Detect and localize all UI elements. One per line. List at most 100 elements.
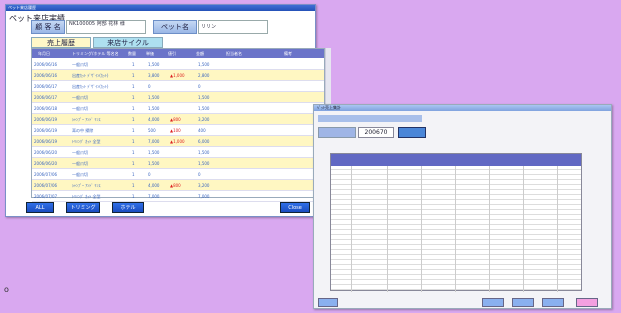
cell-date: 2006/06/20 xyxy=(34,161,58,166)
cell-qty: 1 xyxy=(132,172,135,177)
summary-grid-row xyxy=(331,251,581,255)
cell-date: 2006/06/20 xyxy=(34,150,58,155)
cell-item: 出産ｶｯﾄ ﾃﾞｻﾞｲﾝ(ｶｯﾄ) xyxy=(72,84,109,89)
summary-button-3[interactable] xyxy=(542,298,564,307)
tab-visit-cycle[interactable]: 来店サイクル xyxy=(93,37,163,48)
cell-date: 2006/06/16 xyxy=(34,73,58,78)
cell-disc: ▲1,000 xyxy=(170,73,185,78)
summary-grid-row xyxy=(331,216,581,220)
cell-amount: 1,500 xyxy=(198,95,210,100)
cell-amount: 6,000 xyxy=(198,139,210,144)
visit-history-table: 年月日 トリミング/ホテル 等名名 数量 単価 値引 金額 担当者名 備考 20… xyxy=(31,48,325,202)
cell-amount: 0 xyxy=(198,172,201,177)
table-row[interactable]: 2006/06/19 耳の中 掃除 1 500 ▲100 400 xyxy=(32,125,324,136)
table-row[interactable]: 2006/06/17 出産ｶｯﾄ ﾃﾞｻﾞｲﾝ(ｶｯﾄ) 1 0 0 xyxy=(32,81,324,92)
cell-item: 一般爪切 xyxy=(72,95,88,100)
sales-summary-window: ﾍﾟｯﾄ売上集計 200670 xyxy=(313,104,612,309)
cell-qty: 1 xyxy=(132,194,135,199)
summary-button-2[interactable] xyxy=(512,298,534,307)
table-row[interactable]: 2006/06/18 一般爪切 1 1,500 1,500 xyxy=(32,103,324,114)
all-button[interactable]: ALL xyxy=(26,202,54,213)
summary-close-button[interactable] xyxy=(576,298,598,307)
summary-grid-row xyxy=(331,206,581,210)
table-row[interactable]: 2006/07/07 ﾄﾘﾐﾝｸﾞ ｶｯﾄ 全型 1 7,000 7,000 xyxy=(32,191,324,202)
cell-date: 2006/07/06 xyxy=(34,172,58,177)
summary-grid-row xyxy=(331,241,581,245)
cell-disc: ▲800 xyxy=(170,117,181,122)
period-button[interactable] xyxy=(398,127,426,138)
cell-price: 0 xyxy=(148,84,151,89)
summary-grid-row xyxy=(331,166,581,170)
col-item: トリミング/ホテル 等名名 xyxy=(72,51,119,56)
cell-date: 2006/06/19 xyxy=(34,139,58,144)
summary-grid-column-line xyxy=(387,166,388,292)
summary-grid-row xyxy=(331,246,581,250)
cell-price: 4,000 xyxy=(148,117,160,122)
table-row[interactable]: 2006/06/16 出産ｶｯﾄ ﾃﾞｻﾞｲﾝ(ｶｯﾄ) 1 3,800 ▲1,000 2… xyxy=(32,70,324,81)
summary-button-1[interactable] xyxy=(482,298,504,307)
summary-grid-header xyxy=(331,154,581,166)
cell-price: 7,000 xyxy=(148,139,160,144)
summary-grid-row xyxy=(331,286,581,290)
cell-item: 一般爪切 xyxy=(72,150,88,155)
summary-grid-row xyxy=(331,231,581,235)
cell-item: 出産ｶｯﾄ ﾃﾞｻﾞｲﾝ(ｶｯﾄ) xyxy=(72,73,109,78)
col-note: 備考 xyxy=(284,51,292,56)
cell-item: ｼｬﾝﾌﾟｰ ｱﾝﾄﾞ ﾘﾝｽ xyxy=(72,117,101,122)
table-row[interactable]: 2006/06/19 ﾄﾘﾐﾝｸﾞ ｶｯﾄ 全型 1 7,000 ▲1,000 6,000 xyxy=(32,136,324,147)
cell-price: 1,500 xyxy=(148,106,160,111)
summary-grid-column-line xyxy=(489,166,490,292)
table-row[interactable]: 2006/07/06 一般爪切 1 0 0 xyxy=(32,169,324,180)
toolbar-strip xyxy=(318,115,422,122)
cell-price: 1,500 xyxy=(148,150,160,155)
tab-sales-history[interactable]: 売上履歴 xyxy=(31,37,91,48)
hotel-button[interactable]: ホテル xyxy=(112,202,144,213)
cell-price: 3,800 xyxy=(148,73,160,78)
history-tabs: 売上履歴 来店サイクル xyxy=(31,37,181,48)
window-titlebar: ﾍﾟｯﾄ売上集計 xyxy=(314,105,611,111)
pet-visit-window: ペット来店履歴 ペット来店実績 顧 客 名 NK100005 阿部 花林 様 ペ… xyxy=(5,4,331,217)
cell-date: 2006/07/06 xyxy=(34,183,58,188)
cell-date: 2006/07/07 xyxy=(34,194,58,199)
summary-grid-column-line xyxy=(421,166,422,292)
col-staff: 担当者名 xyxy=(226,51,242,56)
col-amount: 金額 xyxy=(196,51,204,56)
cell-date: 2006/06/17 xyxy=(34,95,58,100)
cell-qty: 1 xyxy=(132,84,135,89)
close-button[interactable]: Close xyxy=(280,202,310,213)
summary-grid-column-line xyxy=(455,166,456,292)
cell-amount: 400 xyxy=(198,128,206,133)
col-discount: 値引 xyxy=(168,51,176,56)
summary-grid-row xyxy=(331,176,581,180)
cell-amount: 0 xyxy=(198,84,201,89)
cell-item: 耳の中 掃除 xyxy=(72,128,94,133)
pet-label: ペット名 xyxy=(153,20,197,34)
summary-grid-row xyxy=(331,261,581,265)
summary-left-button[interactable] xyxy=(318,298,338,307)
cell-item: ｼｬﾝﾌﾟｰ ｱﾝﾄﾞ ﾘﾝｽ xyxy=(72,183,101,188)
trimming-button[interactable]: トリミング xyxy=(66,202,100,213)
summary-grid-row xyxy=(331,211,581,215)
summary-grid-row xyxy=(331,266,581,270)
summary-grid-row xyxy=(331,201,581,205)
cell-price: 4,000 xyxy=(148,183,160,188)
cell-date: 2006/06/16 xyxy=(34,62,58,67)
cell-qty: 1 xyxy=(132,106,135,111)
table-row[interactable]: 2006/06/16 一般爪切 1 1,500 1,500 xyxy=(32,59,324,70)
cell-qty: 1 xyxy=(132,128,135,133)
table-row[interactable]: 2006/06/20 一般爪切 1 1,500 1,500 xyxy=(32,158,324,169)
cell-disc: ▲800 xyxy=(170,183,181,188)
cell-date: 2006/06/17 xyxy=(34,84,58,89)
summary-grid-row xyxy=(331,221,581,225)
table-header: 年月日 トリミング/ホテル 等名名 数量 単価 値引 金額 担当者名 備考 xyxy=(32,49,324,58)
table-row[interactable]: 2006/06/19 ｼｬﾝﾌﾟｰ ｱﾝﾄﾞ ﾘﾝｽ 1 4,000 ▲800 3,200 xyxy=(32,114,324,125)
cell-date: 2006/06/19 xyxy=(34,128,58,133)
table-row[interactable]: 2006/06/20 一般爪切 1 1,500 1,500 xyxy=(32,147,324,158)
table-row[interactable]: 2006/06/17 一般爪切 1 1,500 1,500 xyxy=(32,92,324,103)
cell-price: 1,500 xyxy=(148,95,160,100)
period-value[interactable]: 200670 xyxy=(358,127,394,138)
table-row[interactable]: 2006/07/06 ｼｬﾝﾌﾟｰ ｱﾝﾄﾞ ﾘﾝｽ 1 4,000 ▲800 3,200 xyxy=(32,180,324,191)
cell-qty: 1 xyxy=(132,95,135,100)
cell-item: 一般爪切 xyxy=(72,62,88,67)
cell-price: 500 xyxy=(148,128,156,133)
